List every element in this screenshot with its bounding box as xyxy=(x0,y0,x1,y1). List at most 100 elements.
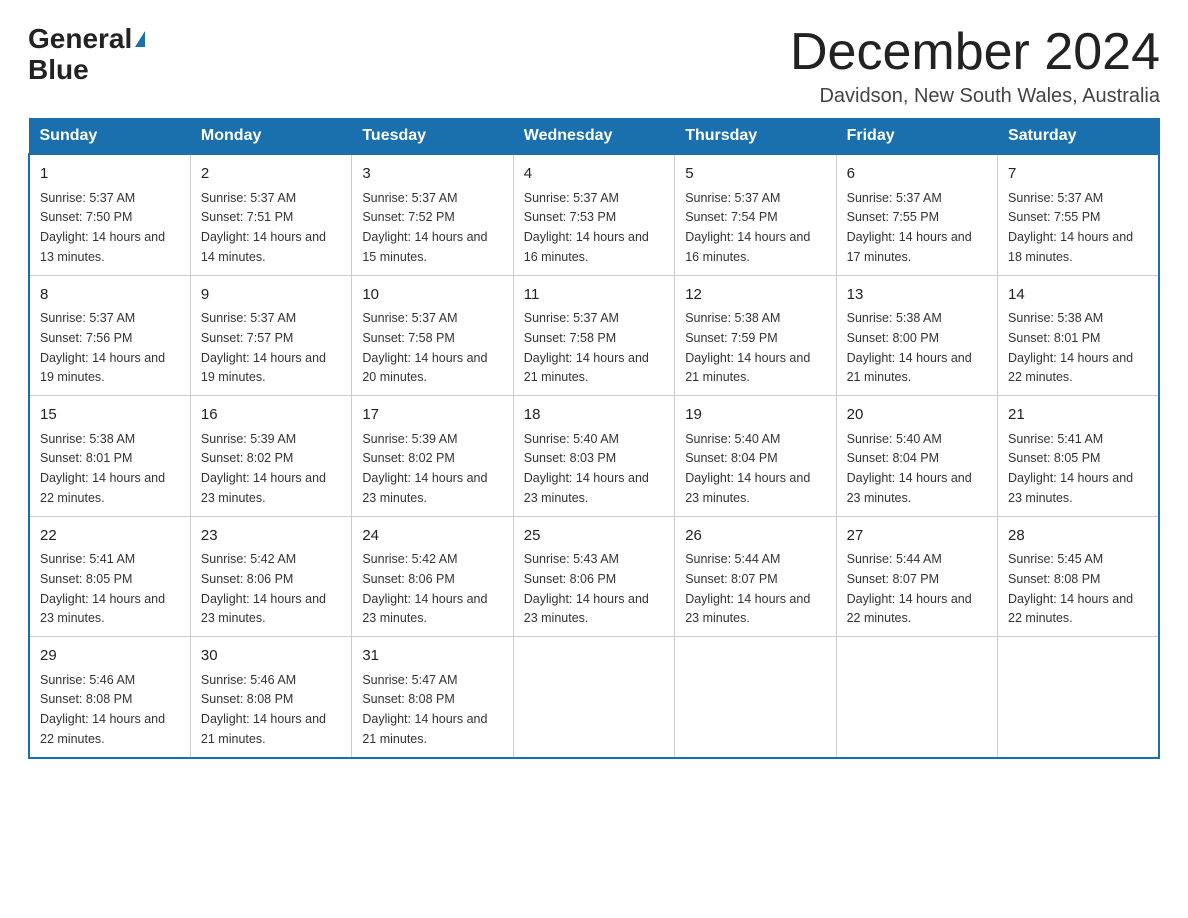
week-row-2: 8 Sunrise: 5:37 AMSunset: 7:56 PMDaylight… xyxy=(29,275,1159,396)
logo-text: General xyxy=(28,24,145,55)
day-number: 19 xyxy=(685,404,825,427)
day-info: Sunrise: 5:40 AMSunset: 8:04 PMDaylight:… xyxy=(847,432,972,505)
calendar-cell: 18Sunrise: 5:40 AMSunset: 8:03 PMDayligh… xyxy=(513,396,674,517)
day-number: 4 xyxy=(524,163,664,186)
weekday-header-monday: Monday xyxy=(190,119,351,155)
day-number: 21 xyxy=(1008,404,1148,427)
page-title: December 2024 xyxy=(790,24,1160,81)
day-number: 28 xyxy=(1008,525,1148,548)
day-number: 18 xyxy=(524,404,664,427)
weekday-header-thursday: Thursday xyxy=(675,119,836,155)
subtitle: Davidson, New South Wales, Australia xyxy=(790,85,1160,108)
day-info: Sunrise: 5:38 AMSunset: 7:59 PMDaylight:… xyxy=(685,311,810,384)
day-info: Sunrise: 5:43 AMSunset: 8:06 PMDaylight:… xyxy=(524,552,649,625)
day-number: 23 xyxy=(201,525,341,548)
day-number: 8 xyxy=(40,284,180,307)
calendar-cell: 28Sunrise: 5:45 AMSunset: 8:08 PMDayligh… xyxy=(998,516,1159,637)
day-number: 15 xyxy=(40,404,180,427)
calendar-cell: 23 Sunrise: 5:42 AMSunset: 8:06 PMDayligh… xyxy=(190,516,351,637)
calendar-cell: 25 Sunrise: 5:43 AMSunset: 8:06 PMDayligh… xyxy=(513,516,674,637)
day-number: 27 xyxy=(847,525,987,548)
calendar-cell: 2 Sunrise: 5:37 AMSunset: 7:51 PMDaylight… xyxy=(190,154,351,275)
calendar-cell: 12 Sunrise: 5:38 AMSunset: 7:59 PMDayligh… xyxy=(675,275,836,396)
calendar-cell: 10Sunrise: 5:37 AMSunset: 7:58 PMDayligh… xyxy=(352,275,513,396)
day-number: 3 xyxy=(362,163,502,186)
day-number: 30 xyxy=(201,645,341,668)
week-row-3: 15 Sunrise: 5:38 AMSunset: 8:01 PMDayligh… xyxy=(29,396,1159,517)
calendar-cell: 16 Sunrise: 5:39 AMSunset: 8:02 PMDayligh… xyxy=(190,396,351,517)
calendar-cell: 31 Sunrise: 5:47 AMSunset: 8:08 PMDayligh… xyxy=(352,637,513,758)
day-info: Sunrise: 5:37 AMSunset: 7:58 PMDaylight:… xyxy=(524,311,649,384)
day-info: Sunrise: 5:41 AMSunset: 8:05 PMDaylight:… xyxy=(1008,432,1133,505)
title-area: December 2024 Davidson, New South Wales,… xyxy=(790,24,1160,108)
week-row-5: 29Sunrise: 5:46 AMSunset: 8:08 PMDayligh… xyxy=(29,637,1159,758)
calendar-cell: 30Sunrise: 5:46 AMSunset: 8:08 PMDayligh… xyxy=(190,637,351,758)
day-info: Sunrise: 5:37 AMSunset: 7:55 PMDaylight:… xyxy=(1008,191,1133,264)
calendar-cell: 1 Sunrise: 5:37 AMSunset: 7:50 PMDaylight… xyxy=(29,154,190,275)
day-number: 7 xyxy=(1008,163,1148,186)
calendar-cell: 6 Sunrise: 5:37 AMSunset: 7:55 PMDaylight… xyxy=(836,154,997,275)
day-info: Sunrise: 5:44 AMSunset: 8:07 PMDaylight:… xyxy=(847,552,972,625)
day-info: Sunrise: 5:42 AMSunset: 8:06 PMDaylight:… xyxy=(362,552,487,625)
calendar-cell: 27 Sunrise: 5:44 AMSunset: 8:07 PMDayligh… xyxy=(836,516,997,637)
day-info: Sunrise: 5:37 AMSunset: 7:56 PMDaylight:… xyxy=(40,311,165,384)
calendar-table: SundayMondayTuesdayWednesdayThursdayFrid… xyxy=(28,118,1160,759)
day-info: Sunrise: 5:38 AMSunset: 8:01 PMDaylight:… xyxy=(40,432,165,505)
day-number: 11 xyxy=(524,284,664,307)
day-number: 5 xyxy=(685,163,825,186)
calendar-cell: 24Sunrise: 5:42 AMSunset: 8:06 PMDayligh… xyxy=(352,516,513,637)
calendar-cell: 21 Sunrise: 5:41 AMSunset: 8:05 PMDayligh… xyxy=(998,396,1159,517)
calendar-cell: 7 Sunrise: 5:37 AMSunset: 7:55 PMDaylight… xyxy=(998,154,1159,275)
day-info: Sunrise: 5:38 AMSunset: 8:00 PMDaylight:… xyxy=(847,311,972,384)
day-number: 29 xyxy=(40,645,180,668)
weekday-header-wednesday: Wednesday xyxy=(513,119,674,155)
day-info: Sunrise: 5:39 AMSunset: 8:02 PMDaylight:… xyxy=(362,432,487,505)
day-number: 6 xyxy=(847,163,987,186)
weekday-header-tuesday: Tuesday xyxy=(352,119,513,155)
day-number: 16 xyxy=(201,404,341,427)
day-info: Sunrise: 5:40 AMSunset: 8:04 PMDaylight:… xyxy=(685,432,810,505)
calendar-cell: 14Sunrise: 5:38 AMSunset: 8:01 PMDayligh… xyxy=(998,275,1159,396)
week-row-1: 1 Sunrise: 5:37 AMSunset: 7:50 PMDaylight… xyxy=(29,154,1159,275)
day-number: 13 xyxy=(847,284,987,307)
weekday-header-saturday: Saturday xyxy=(998,119,1159,155)
calendar-cell: 8 Sunrise: 5:37 AMSunset: 7:56 PMDaylight… xyxy=(29,275,190,396)
calendar-cell: 19 Sunrise: 5:40 AMSunset: 8:04 PMDayligh… xyxy=(675,396,836,517)
weekday-header-friday: Friday xyxy=(836,119,997,155)
day-number: 14 xyxy=(1008,284,1148,307)
day-number: 31 xyxy=(362,645,502,668)
day-number: 17 xyxy=(362,404,502,427)
calendar-cell: 20Sunrise: 5:40 AMSunset: 8:04 PMDayligh… xyxy=(836,396,997,517)
calendar-cell: 3 Sunrise: 5:37 AMSunset: 7:52 PMDaylight… xyxy=(352,154,513,275)
day-number: 2 xyxy=(201,163,341,186)
logo-area: General Blue xyxy=(28,24,145,86)
day-number: 9 xyxy=(201,284,341,307)
day-info: Sunrise: 5:37 AMSunset: 7:52 PMDaylight:… xyxy=(362,191,487,264)
day-number: 1 xyxy=(40,163,180,186)
day-info: Sunrise: 5:37 AMSunset: 7:55 PMDaylight:… xyxy=(847,191,972,264)
calendar-cell: 26 Sunrise: 5:44 AMSunset: 8:07 PMDayligh… xyxy=(675,516,836,637)
header-row: General Blue December 2024 Davidson, New… xyxy=(28,24,1160,108)
day-info: Sunrise: 5:37 AMSunset: 7:51 PMDaylight:… xyxy=(201,191,326,264)
day-number: 12 xyxy=(685,284,825,307)
calendar-cell: 17 Sunrise: 5:39 AMSunset: 8:02 PMDayligh… xyxy=(352,396,513,517)
day-info: Sunrise: 5:42 AMSunset: 8:06 PMDaylight:… xyxy=(201,552,326,625)
day-number: 25 xyxy=(524,525,664,548)
logo-blue: Blue xyxy=(28,55,89,86)
calendar-cell: 13 Sunrise: 5:38 AMSunset: 8:00 PMDayligh… xyxy=(836,275,997,396)
day-info: Sunrise: 5:44 AMSunset: 8:07 PMDaylight:… xyxy=(685,552,810,625)
calendar-cell xyxy=(998,637,1159,758)
week-row-4: 22 Sunrise: 5:41 AMSunset: 8:05 PMDayligh… xyxy=(29,516,1159,637)
logo-general: General xyxy=(28,23,132,54)
day-number: 22 xyxy=(40,525,180,548)
day-info: Sunrise: 5:47 AMSunset: 8:08 PMDaylight:… xyxy=(362,673,487,746)
calendar-cell xyxy=(836,637,997,758)
day-number: 26 xyxy=(685,525,825,548)
day-info: Sunrise: 5:39 AMSunset: 8:02 PMDaylight:… xyxy=(201,432,326,505)
calendar-cell: 5Sunrise: 5:37 AMSunset: 7:54 PMDaylight… xyxy=(675,154,836,275)
day-info: Sunrise: 5:37 AMSunset: 7:50 PMDaylight:… xyxy=(40,191,165,264)
weekday-header-row: SundayMondayTuesdayWednesdayThursdayFrid… xyxy=(29,119,1159,155)
weekday-header-sunday: Sunday xyxy=(29,119,190,155)
day-info: Sunrise: 5:37 AMSunset: 7:53 PMDaylight:… xyxy=(524,191,649,264)
day-info: Sunrise: 5:41 AMSunset: 8:05 PMDaylight:… xyxy=(40,552,165,625)
